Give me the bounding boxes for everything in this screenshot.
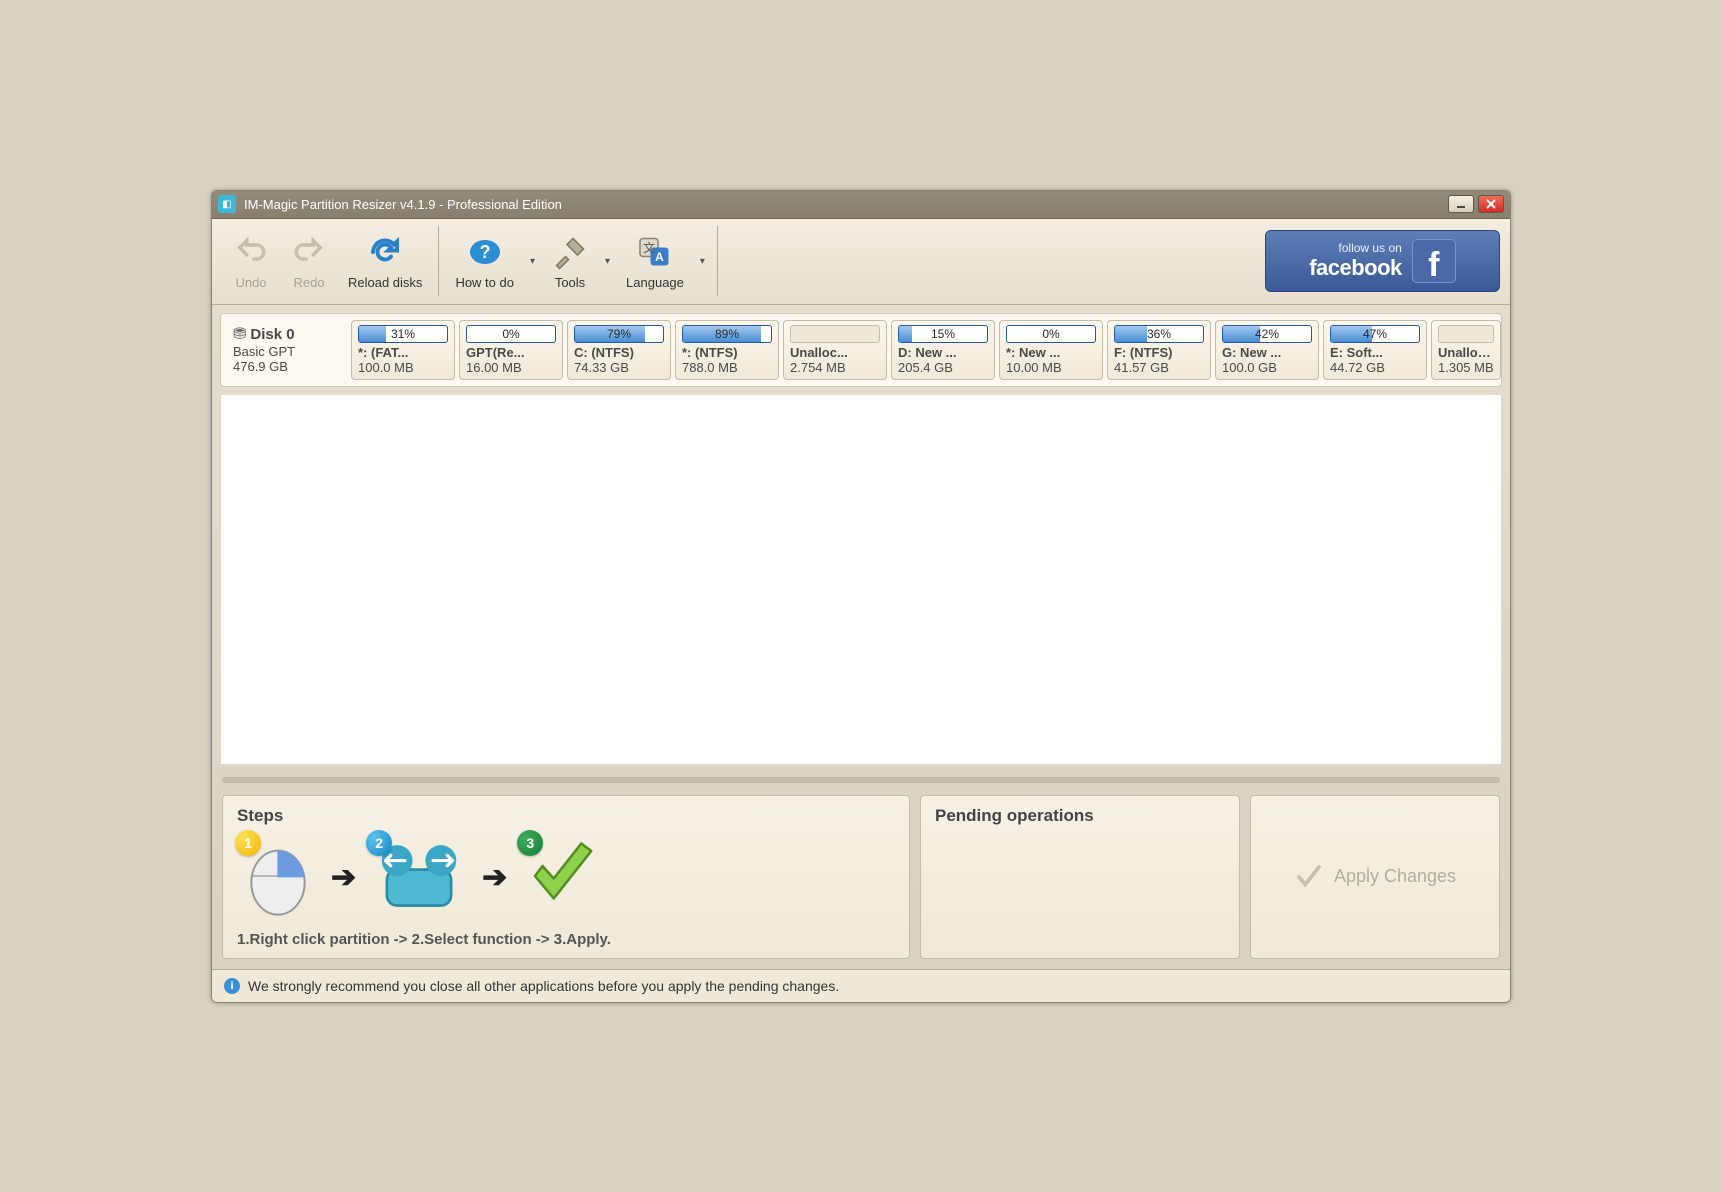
- partition-name: Unalloc...: [1438, 345, 1494, 360]
- partition-size: 16.00 MB: [466, 360, 556, 375]
- how-to-do-button[interactable]: ? How to do: [445, 222, 524, 300]
- partition-size: 100.0 MB: [358, 360, 448, 375]
- partition-size: 100.0 GB: [1222, 360, 1312, 375]
- partition-list-area: [220, 395, 1502, 765]
- partition-size: 788.0 MB: [682, 360, 772, 375]
- usage-bar: 42%: [1222, 325, 1312, 343]
- arrow-right-icon: ➔: [482, 860, 507, 895]
- partition-name: C: (NTFS): [574, 345, 664, 360]
- partition-name: *: (NTFS): [682, 345, 772, 360]
- partition-tile[interactable]: 31% *: (FAT...100.0 MB: [351, 320, 455, 380]
- application-window: ◧ IM-Magic Partition Resizer v4.1.9 - Pr…: [211, 190, 1511, 1003]
- usage-bar: [790, 325, 880, 343]
- reload-icon: [366, 233, 404, 271]
- disk-row: ⛃Disk 0 Basic GPT 476.9 GB 31% *: (FAT...…: [220, 313, 1502, 387]
- language-button[interactable]: 文A Language: [616, 222, 694, 300]
- toolbar-separator: [438, 226, 439, 296]
- step-2: 2: [374, 836, 464, 919]
- partition-name: F: (NTFS): [1114, 345, 1204, 360]
- usage-bar: 36%: [1114, 325, 1204, 343]
- splitter[interactable]: [222, 777, 1500, 783]
- partition-size: 2.754 MB: [790, 360, 880, 375]
- partition-tile[interactable]: 0% GPT(Re...16.00 MB: [459, 320, 563, 380]
- titlebar[interactable]: ◧ IM-Magic Partition Resizer v4.1.9 - Pr…: [212, 191, 1510, 219]
- step-3: 3: [525, 836, 600, 919]
- partition-tile[interactable]: 0% *: New ...10.00 MB: [999, 320, 1103, 380]
- chevron-down-icon[interactable]: ▾: [599, 256, 616, 267]
- disk-header[interactable]: ⛃Disk 0 Basic GPT 476.9 GB: [227, 320, 347, 380]
- partition-name: *: (FAT...: [358, 345, 448, 360]
- toolbar-separator: [717, 226, 718, 296]
- usage-bar: 15%: [898, 325, 988, 343]
- info-icon: i: [224, 978, 240, 994]
- chevron-down-icon[interactable]: ▾: [524, 256, 541, 267]
- undo-icon: [232, 233, 270, 271]
- usage-bar: 0%: [466, 325, 556, 343]
- svg-text:文: 文: [643, 240, 655, 255]
- reload-disks-button[interactable]: Reload disks: [338, 222, 432, 300]
- window-title: IM-Magic Partition Resizer v4.1.9 - Prof…: [244, 197, 1448, 212]
- usage-bar: [1438, 325, 1494, 343]
- statusbar: i We strongly recommend you close all ot…: [212, 969, 1510, 1002]
- tools-icon: [551, 233, 589, 271]
- status-text: We strongly recommend you close all othe…: [248, 978, 839, 994]
- app-icon: ◧: [218, 195, 236, 213]
- partition-size: 205.4 GB: [898, 360, 988, 375]
- steps-panel: Steps 1 ➔ 2 ➔ 3 1.Right click partition …: [222, 795, 910, 959]
- minimize-button[interactable]: [1448, 195, 1474, 213]
- partition-size: 1.305 MB: [1438, 360, 1494, 375]
- partition-size: 74.33 GB: [574, 360, 664, 375]
- facebook-banner[interactable]: follow us on facebook f: [1265, 230, 1500, 292]
- pending-title: Pending operations: [935, 806, 1225, 826]
- partition-size: 10.00 MB: [1006, 360, 1096, 375]
- help-icon: ?: [466, 233, 504, 271]
- redo-icon: [290, 233, 328, 271]
- redo-button[interactable]: Redo: [280, 222, 338, 300]
- apply-panel: Apply Changes: [1250, 795, 1500, 959]
- toolbar: Undo Redo Reload disks ? How to do ▾: [212, 219, 1510, 305]
- partition-tile[interactable]: 42% G: New ...100.0 GB: [1215, 320, 1319, 380]
- steps-title: Steps: [237, 806, 895, 826]
- usage-bar: 31%: [358, 325, 448, 343]
- chevron-down-icon[interactable]: ▾: [694, 256, 711, 267]
- partition-size: 44.72 GB: [1330, 360, 1420, 375]
- arrow-right-icon: ➔: [331, 860, 356, 895]
- partition-name: *: New ...: [1006, 345, 1096, 360]
- partition-tile[interactable]: Unalloc...1.305 MB: [1431, 320, 1501, 380]
- apply-changes-button[interactable]: Apply Changes: [1294, 862, 1456, 892]
- checkmark-icon: [1294, 862, 1324, 892]
- disk-icon: ⛃: [233, 326, 246, 343]
- partition-tile[interactable]: 47% E: Soft...44.72 GB: [1323, 320, 1427, 380]
- facebook-icon: f: [1412, 239, 1456, 283]
- partition-name: G: New ...: [1222, 345, 1312, 360]
- partition-name: E: Soft...: [1330, 345, 1420, 360]
- svg-text:?: ?: [479, 242, 490, 262]
- usage-bar: 89%: [682, 325, 772, 343]
- partition-tile[interactable]: Unalloc...2.754 MB: [783, 320, 887, 380]
- close-button[interactable]: [1478, 195, 1504, 213]
- partition-name: D: New ...: [898, 345, 988, 360]
- tools-button[interactable]: Tools: [541, 222, 599, 300]
- usage-bar: 79%: [574, 325, 664, 343]
- step-1: 1: [243, 836, 313, 919]
- partition-name: Unalloc...: [790, 345, 880, 360]
- partition-tile[interactable]: 89% *: (NTFS)788.0 MB: [675, 320, 779, 380]
- undo-button[interactable]: Undo: [222, 222, 280, 300]
- partition-tile[interactable]: 36% F: (NTFS)41.57 GB: [1107, 320, 1211, 380]
- steps-caption: 1.Right click partition -> 2.Select func…: [237, 931, 895, 948]
- partition-size: 41.57 GB: [1114, 360, 1204, 375]
- partition-tile[interactable]: 15% D: New ...205.4 GB: [891, 320, 995, 380]
- usage-bar: 47%: [1330, 325, 1420, 343]
- usage-bar: 0%: [1006, 325, 1096, 343]
- svg-text:A: A: [655, 250, 664, 264]
- pending-operations-panel: Pending operations: [920, 795, 1240, 959]
- language-icon: 文A: [636, 233, 674, 271]
- partition-name: GPT(Re...: [466, 345, 556, 360]
- partition-tile[interactable]: 79% C: (NTFS)74.33 GB: [567, 320, 671, 380]
